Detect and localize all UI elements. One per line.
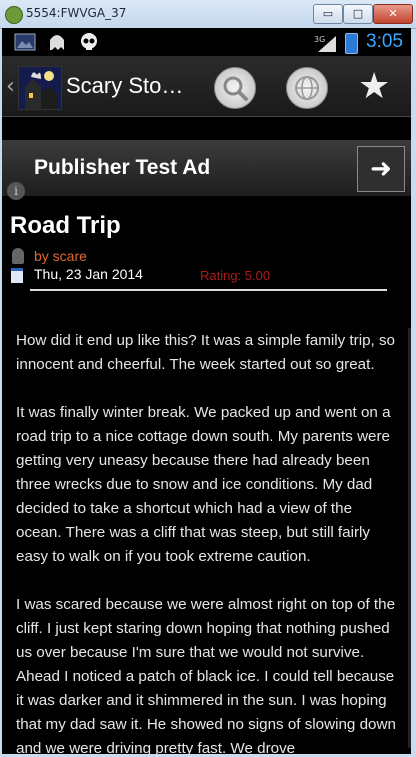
action-bar: ‹ Scary Sto… ★ [2, 56, 411, 117]
up-navigation[interactable]: ‹ [6, 74, 15, 99]
ad-arrow-button[interactable]: ➜ [357, 146, 405, 192]
ghost-icon [50, 35, 64, 50]
minimize-button[interactable]: ▭ [313, 4, 343, 24]
paragraph: How did it end up like this? It was a si… [16, 332, 395, 373]
ad-text: Publisher Test Ad [34, 156, 211, 179]
story-author[interactable]: by scare [34, 248, 87, 264]
browse-button[interactable] [286, 67, 328, 109]
action-bar-title: Scary Sto… [66, 73, 184, 98]
status-bar: 3G 3:05 [2, 28, 411, 56]
favorite-star-icon[interactable]: ★ [358, 67, 390, 107]
calendar-icon [11, 268, 23, 283]
app-logo-icon[interactable] [18, 66, 62, 110]
scrollbar[interactable] [408, 328, 411, 748]
skull-icon [81, 33, 97, 50]
story-date: Thu, 23 Jan 2014 [34, 266, 143, 282]
ad-info-icon[interactable]: i [7, 182, 25, 200]
picture-icon [14, 33, 36, 51]
ad-banner[interactable]: Publisher Test Ad ➜ i [2, 140, 411, 200]
search-button[interactable] [214, 67, 256, 109]
paragraph: I was scared because we were almost righ… [16, 596, 396, 754]
svg-text:3G: 3G [314, 35, 325, 44]
globe-icon [295, 76, 319, 100]
emulator-icon [5, 6, 23, 24]
close-button[interactable]: ✕ [373, 4, 413, 24]
story-title: Road Trip [10, 212, 121, 239]
window-titlebar: 5554:FWVGA_37 ▭ □ ✕ [0, 0, 416, 29]
divider [30, 289, 387, 291]
maximize-button[interactable]: □ [343, 4, 373, 24]
battery-icon [345, 33, 358, 54]
author-icon [12, 248, 24, 264]
status-clock: 3:05 [366, 31, 403, 52]
story-rating: Rating: 5.00 [200, 268, 271, 283]
signal-icon: 3G [314, 35, 336, 52]
paragraph: It was finally winter break. We packed u… [16, 404, 391, 565]
story-body: How did it end up like this? It was a si… [16, 329, 396, 754]
search-icon [223, 76, 248, 101]
window-title: 5554:FWVGA_37 [26, 6, 127, 20]
device-screen: 3G 3:05 ‹ Scary Sto… ★ Publisher Test Ad… [2, 28, 411, 754]
